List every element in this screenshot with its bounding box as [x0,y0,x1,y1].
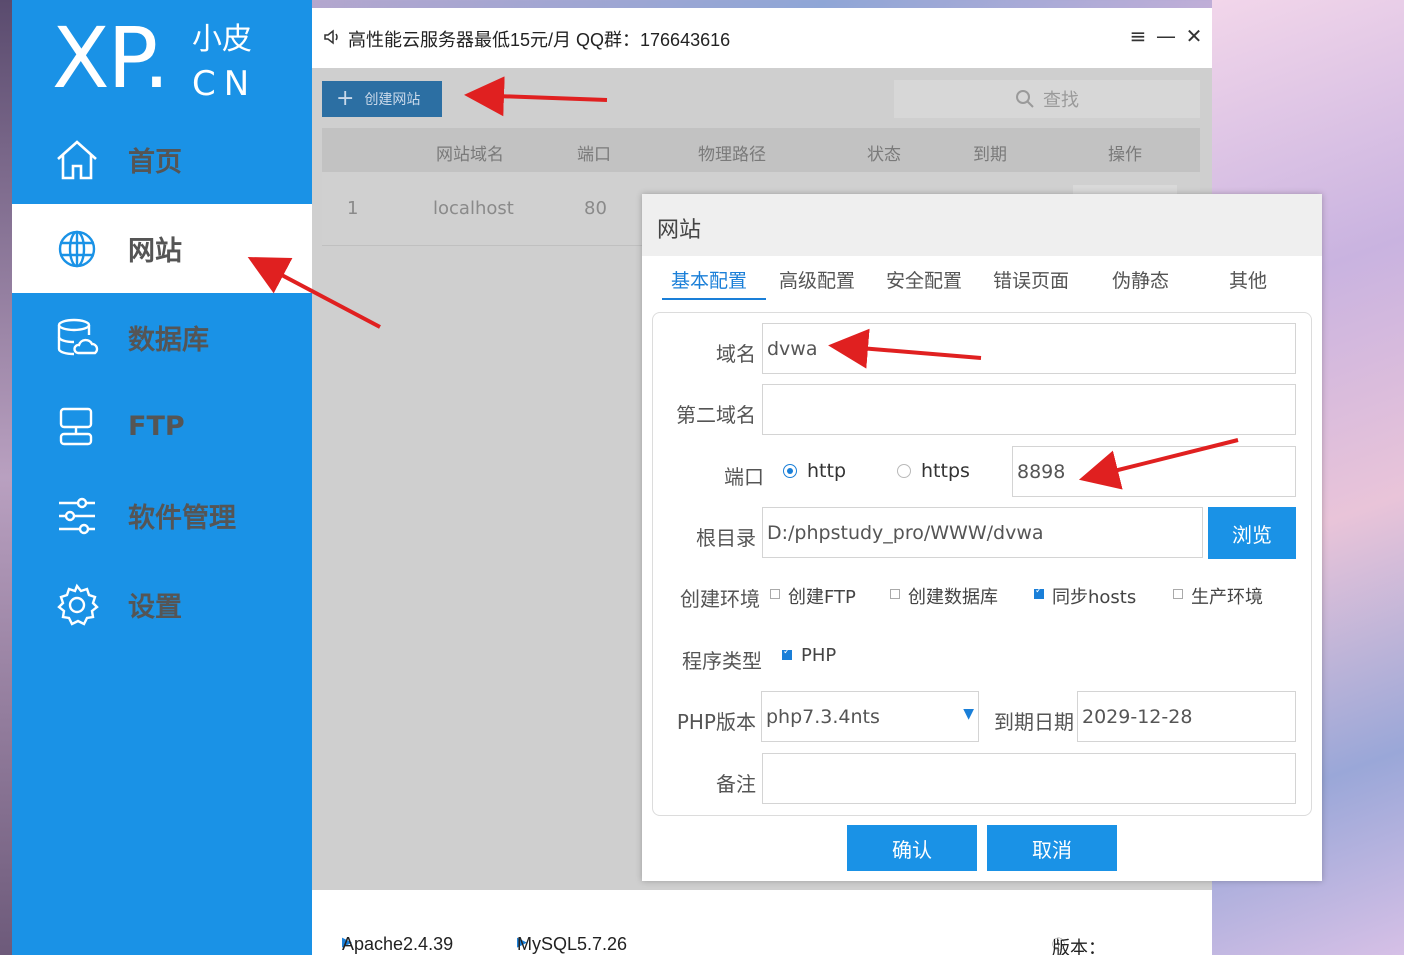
column-header: 网站域名 [436,145,504,165]
database-icon [57,318,99,356]
production-env-label: 生产环境 [1191,587,1263,608]
production-env-checkbox[interactable] [1173,589,1183,599]
create-website-button[interactable]: + 创建网站 [322,81,442,117]
http-label: http [807,460,847,482]
status-bar: ▶Apache2.4.39 ▶MySQL5.7.26 ⓘ版本：8.1.1.3 [312,890,1212,955]
speaker-icon [324,29,338,45]
version-label: 版本：8.1.1.3 [1052,938,1106,955]
sidebar-item-website[interactable]: 网站 [12,204,312,293]
expire-date-input[interactable]: 2029-12-28 [1077,691,1296,742]
note-label: 备注 [716,772,756,796]
table-header: 网站域名 端口 物理路径 状态 到期 操作 [322,128,1200,172]
create-env-label: 创建环境 [680,587,760,611]
dialog-title: 网站 [657,218,702,243]
php-checkbox[interactable] [782,647,792,660]
desktop-background-left [0,0,12,955]
tab-security[interactable]: 安全配置 [886,266,962,293]
create-db-checkbox[interactable] [890,589,900,599]
logo-cn: CN [192,64,258,104]
program-type-label: 程序类型 [682,649,762,673]
row-index: 1 [347,198,359,219]
create-ftp-label: 创建FTP [788,587,856,608]
row-port: 80 [584,198,607,219]
mysql-label: MySQL5.7.26 [517,934,628,954]
domain-label: 域名 [716,342,756,366]
sync-hosts-checkbox[interactable] [1034,586,1044,599]
sidebar-item-settings[interactable]: 设置 [12,560,312,649]
create-website-label: 创建网站 [364,92,421,108]
active-tab-indicator [662,298,766,300]
search-button[interactable]: 查找 [894,80,1200,118]
sidebar-item-software[interactable]: 软件管理 [12,471,312,560]
logo-small-text: 小皮 [192,22,252,57]
sidebar-item-label: 设置 [128,592,182,623]
plus-icon: + [336,86,355,111]
sidebar-item-label: 数据库 [128,325,209,356]
title-bar: 高性能云服务器最低15元/月 QQ群：176643616 ≡ — ✕ [312,8,1212,68]
php-version-value: php7.3.4nts [766,705,880,728]
tab-error-pages[interactable]: 错误页面 [993,266,1069,293]
search-icon [1016,90,1034,108]
sync-hosts-label: 同步hosts [1052,587,1137,608]
tab-other[interactable]: 其他 [1229,266,1267,293]
https-label: https [921,460,970,482]
dialog-header: 网站 [642,194,1322,256]
sidebar-item-ftp[interactable]: FTP [12,382,312,471]
ftp-icon [59,407,93,446]
note-input[interactable] [762,753,1296,804]
http-radio[interactable] [783,464,797,478]
close-icon[interactable]: ✕ [1182,24,1206,48]
sidebar-item-database[interactable]: 数据库 [12,293,312,382]
tab-basic[interactable]: 基本配置 [671,266,747,293]
sidebar-item-label: 首页 [128,147,182,178]
column-header: 操作 [1108,145,1142,165]
row-domain: localhost [433,198,514,219]
sidebar-item-home[interactable]: 首页 [12,115,312,204]
menu-icon[interactable]: ≡ [1126,24,1150,48]
second-domain-input[interactable] [762,384,1296,435]
root-dir-label: 根目录 [696,526,756,550]
php-version-select[interactable]: php7.3.4nts ▼ [761,691,979,742]
column-header: 状态 [867,145,901,165]
home-icon [57,140,97,180]
tab-rewrite[interactable]: 伪静态 [1112,266,1169,293]
globe-icon [58,230,96,268]
dropdown-arrow-icon: ▼ [963,706,974,722]
domain-input[interactable]: dvwa [762,323,1296,374]
https-radio[interactable] [897,464,911,478]
column-header: 到期 [973,145,1007,165]
sliders-icon [59,497,95,535]
search-label: 查找 [1043,90,1079,111]
create-db-label: 创建数据库 [908,587,998,608]
website-dialog: 网站 基本配置 高级配置 安全配置 错误页面 伪静态 其他 域名 dvwa 第二… [642,194,1322,881]
column-header: 物理路径 [698,145,766,165]
create-ftp-checkbox[interactable] [770,589,780,599]
confirm-button[interactable]: 确认 [847,825,977,871]
gear-icon [57,583,99,626]
expire-date-label: 到期日期 [994,710,1074,734]
port-label: 端口 [724,465,764,489]
minimize-icon[interactable]: — [1154,24,1178,48]
window-title: 高性能云服务器最低15元/月 QQ群：176643616 [348,30,731,50]
second-domain-label: 第二域名 [676,403,756,427]
php-version-label: PHP版本 [676,710,756,734]
column-header: 端口 [577,145,611,165]
logo-xp: XP. [52,9,170,107]
php-label: PHP [801,645,837,666]
app-logo: XP. 小皮 CN [52,16,272,104]
tab-advanced[interactable]: 高级配置 [779,266,855,293]
root-dir-input[interactable]: D:/phpstudy_pro/WWW/dvwa [762,507,1203,558]
apache-label: Apache2.4.39 [342,934,454,954]
browse-button[interactable]: 浏览 [1208,507,1296,559]
sidebar-nav: 首页 网站 数据库 FTP 软件管理 设置 [12,115,312,649]
sidebar-item-label: FTP [128,411,185,442]
sidebar: XP. 小皮 CN 首页 网站 数据库 FTP 软件管理 设置 [12,0,312,955]
dialog-tabs: 基本配置 高级配置 安全配置 错误页面 伪静态 其他 [662,256,1302,302]
sidebar-item-label: 网站 [128,236,182,267]
port-input[interactable]: 8898 [1012,446,1296,497]
cancel-button[interactable]: 取消 [987,825,1117,871]
sidebar-item-label: 软件管理 [128,503,236,534]
